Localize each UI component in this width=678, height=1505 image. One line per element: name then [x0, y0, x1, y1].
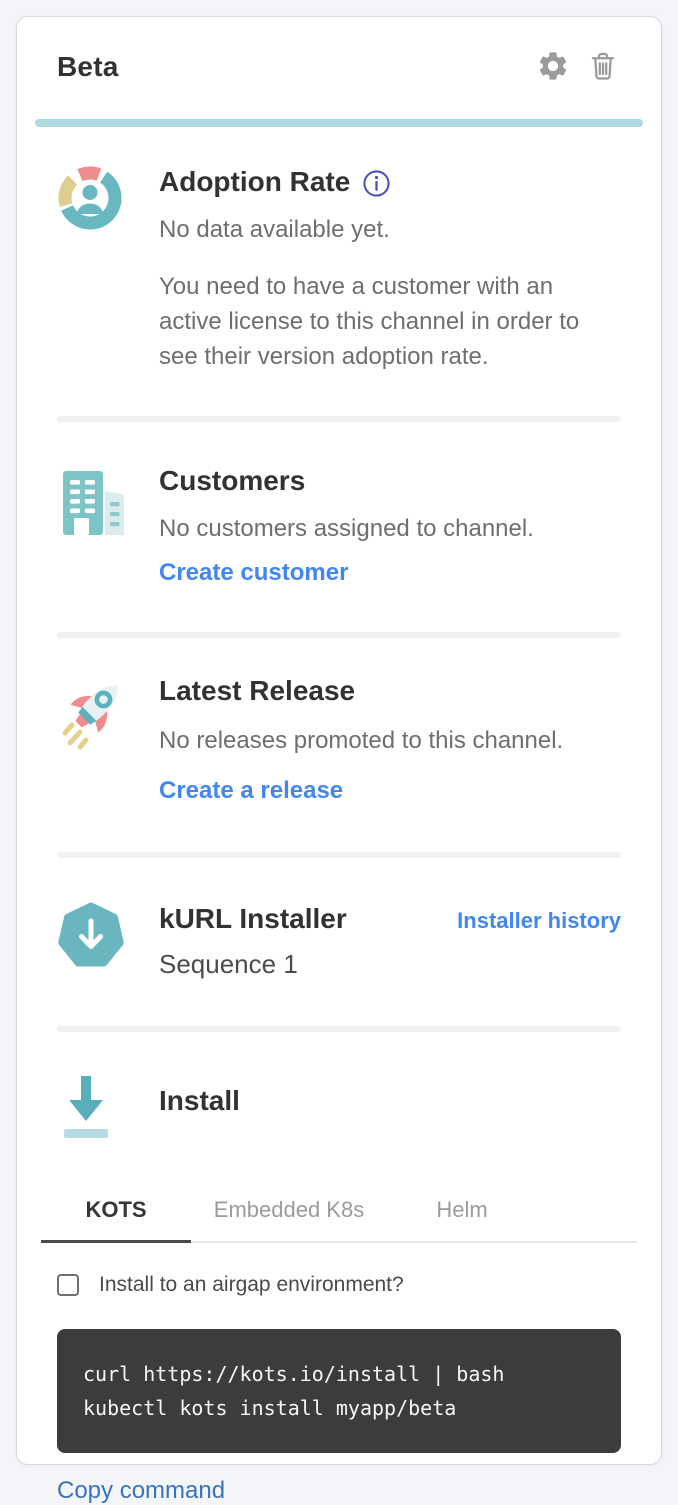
airgap-label: Install to an airgap environment?: [99, 1273, 404, 1297]
copy-command-link[interactable]: Copy command: [57, 1477, 225, 1505]
download-arrow-icon: [57, 1072, 123, 1149]
tab-embedded-k8s[interactable]: Embedded K8s: [191, 1183, 387, 1241]
info-circle-icon[interactable]: [362, 169, 391, 198]
install-heading: Install: [159, 1084, 621, 1118]
latest-release-content: Latest Release No releases promoted to t…: [159, 674, 621, 806]
section-adoption-rate: Adoption Rate No data available yet. You…: [57, 127, 621, 416]
adoption-rate-heading: Adoption Rate: [159, 165, 350, 199]
installer-sequence: Sequence 1: [159, 948, 621, 980]
rocket-icon: [57, 674, 123, 761]
tab-kots[interactable]: KOTS: [41, 1183, 191, 1241]
airgap-checkbox[interactable]: [57, 1274, 79, 1296]
buildings-icon: [57, 464, 123, 547]
header-actions: [535, 49, 621, 85]
delete-channel-button[interactable]: [585, 49, 621, 85]
latest-release-heading: Latest Release: [159, 674, 621, 708]
trash-icon: [587, 50, 619, 85]
section-customers: Customers No customers assigned to chann…: [57, 422, 621, 632]
settings-button[interactable]: [535, 49, 571, 85]
installer-history-link[interactable]: Installer history: [457, 908, 621, 934]
kurl-installer-content: kURL Installer Installer history Sequenc…: [159, 902, 621, 980]
install-command-line: kubectl kots install myapp/beta: [83, 1391, 595, 1425]
customers-empty-text: No customers assigned to channel.: [159, 512, 621, 546]
customers-heading: Customers: [159, 464, 621, 498]
tab-helm[interactable]: Helm: [387, 1183, 537, 1241]
adoption-rate-content: Adoption Rate No data available yet. You…: [159, 165, 621, 374]
create-release-link[interactable]: Create a release: [159, 776, 343, 806]
download-heptagon-icon: [57, 902, 123, 975]
airgap-option-row: Install to an airgap environment?: [57, 1273, 621, 1297]
latest-release-empty-text: No releases promoted to this channel.: [159, 724, 621, 758]
gear-icon: [536, 49, 570, 86]
donut-chart-user-icon: [57, 165, 123, 236]
adoption-rate-empty-text: No data available yet.: [159, 213, 621, 247]
install-tabs: KOTS Embedded K8s Helm: [41, 1183, 637, 1243]
channel-card: Beta: [16, 16, 662, 1465]
channel-accent-line: [35, 119, 643, 127]
adoption-rate-hint-text: You need to have a customer with an acti…: [159, 269, 621, 374]
install-command-block: curl https://kots.io/install | bash kube…: [57, 1329, 621, 1453]
card-header: Beta: [57, 41, 621, 93]
section-install: Install KOTS Embedded K8s Helm Install t…: [57, 1032, 621, 1505]
section-kurl-installer: kURL Installer Installer history Sequenc…: [57, 858, 621, 1026]
create-customer-link[interactable]: Create customer: [159, 558, 348, 588]
customers-content: Customers No customers assigned to chann…: [159, 464, 621, 588]
channel-title: Beta: [57, 51, 119, 83]
section-latest-release: Latest Release No releases promoted to t…: [57, 638, 621, 852]
install-command-line: curl https://kots.io/install | bash: [83, 1357, 595, 1391]
kurl-installer-heading: kURL Installer: [159, 902, 347, 936]
